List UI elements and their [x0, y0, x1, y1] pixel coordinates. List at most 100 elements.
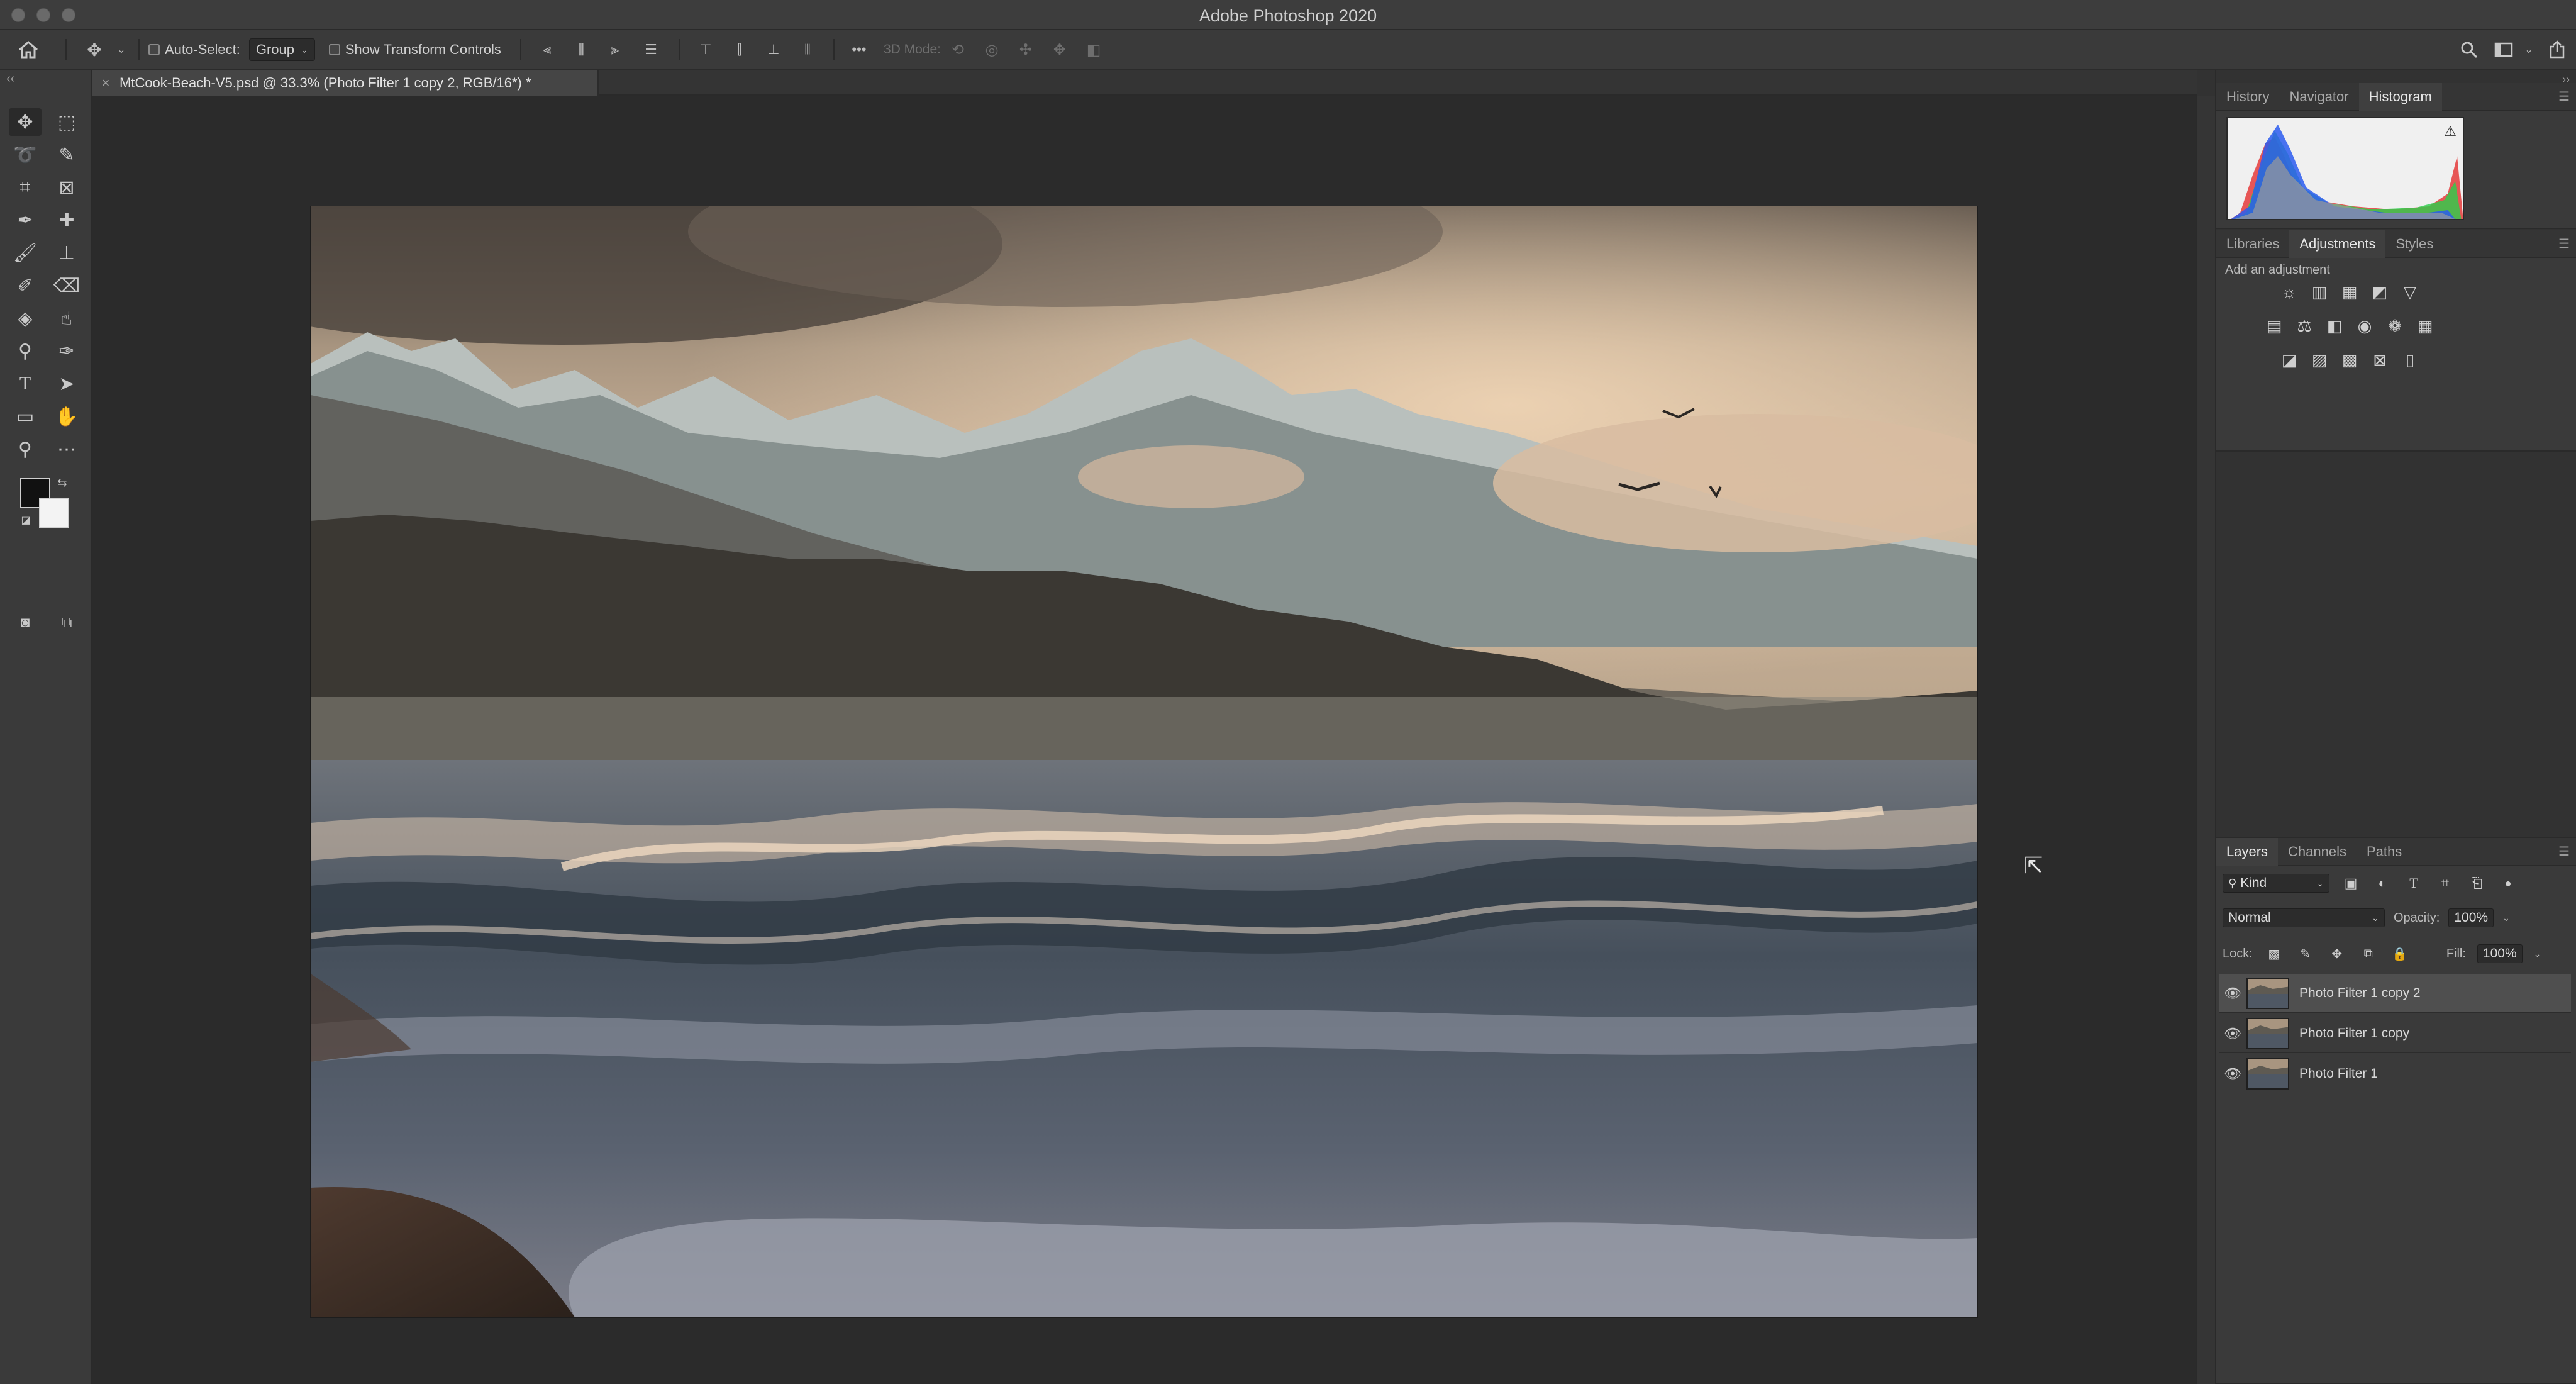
quick-select-tool-icon[interactable]: ✎ — [50, 141, 83, 169]
move-tool-preset-icon[interactable]: ✥ — [75, 40, 113, 60]
3d-camera-icon[interactable]: ◧ — [1077, 41, 1111, 59]
default-colors-icon[interactable]: ◪ — [16, 511, 35, 530]
workspace-icon[interactable] — [2488, 42, 2519, 57]
layer-name[interactable]: Photo Filter 1 — [2299, 1066, 2378, 1081]
collapse-toolbar-icon[interactable]: ‹‹ — [6, 72, 14, 86]
opacity-input[interactable]: 100% — [2448, 908, 2494, 927]
document-tab[interactable]: × MtCook-Beach-V5.psd @ 33.3% (Photo Fil… — [92, 70, 599, 96]
smudge-tool-icon[interactable]: ☝ — [50, 304, 83, 332]
panel-menu-icon[interactable]: ☰ — [2558, 236, 2570, 252]
photo-filter-icon[interactable]: ◉ — [2355, 316, 2375, 336]
tab-layers[interactable]: Layers — [2216, 837, 2279, 866]
3d-pan-icon[interactable]: ✣ — [1009, 41, 1043, 59]
chevron-down-icon[interactable]: ⌄ — [2502, 913, 2510, 924]
layer-row[interactable]: 👁 Photo Filter 1 — [2219, 1054, 2571, 1093]
canvas-area[interactable] — [92, 96, 2196, 1384]
posterize-icon[interactable]: ▨ — [2309, 350, 2329, 370]
3d-roll-icon[interactable]: ◎ — [975, 41, 1009, 59]
hue-saturation-icon[interactable]: ▤ — [2264, 316, 2284, 336]
move-tool-icon[interactable]: ✥ — [9, 108, 42, 136]
exposure-icon[interactable]: ◩ — [2370, 282, 2390, 302]
type-tool-icon[interactable]: T — [9, 370, 42, 398]
align-middle-icon[interactable]: ⫿ — [723, 42, 757, 58]
vibrance-icon[interactable]: ▽ — [2400, 282, 2420, 302]
tab-adjustments[interactable]: Adjustments — [2289, 230, 2386, 258]
panel-menu-icon[interactable]: ☰ — [2558, 844, 2570, 859]
tab-navigator[interactable]: Navigator — [2279, 83, 2358, 111]
distribute-horizontal-icon[interactable]: ☰ — [632, 42, 670, 58]
lasso-tool-icon[interactable]: ➰ — [9, 141, 42, 169]
crop-tool-icon[interactable]: ⌗ — [9, 174, 42, 201]
filter-shape-icon[interactable]: ⌗ — [2435, 873, 2455, 893]
tab-libraries[interactable]: Libraries — [2216, 230, 2289, 258]
auto-select-control[interactable]: Auto-Select: — [148, 42, 240, 58]
home-icon[interactable] — [0, 40, 57, 59]
layer-kind-filter[interactable]: ⚲ Kind ⌄ — [2223, 874, 2329, 893]
eraser-tool-icon[interactable]: ⌫ — [50, 272, 83, 299]
zoom-tool-icon[interactable]: ⚲ — [9, 435, 42, 463]
history-brush-tool-icon[interactable]: ✐ — [9, 272, 42, 299]
3d-orbit-icon[interactable]: ⟲ — [941, 41, 975, 59]
tab-histogram[interactable]: Histogram — [2358, 82, 2442, 111]
show-transform-checkbox[interactable] — [328, 44, 340, 55]
lock-image-icon[interactable]: ✎ — [2296, 944, 2316, 964]
distribute-vertical-icon[interactable]: ⦀ — [791, 42, 824, 58]
lock-transparent-icon[interactable]: ▩ — [2264, 944, 2284, 964]
dodge-tool-icon[interactable]: ⚲ — [9, 337, 42, 365]
document-image[interactable] — [311, 206, 1977, 1317]
chevron-down-icon[interactable]: ⌄ — [113, 43, 130, 56]
frame-tool-icon[interactable]: ⊠ — [50, 174, 83, 201]
filter-adjustment-icon[interactable]: ◐ — [2372, 873, 2392, 893]
more-options-icon[interactable]: ••• — [843, 42, 875, 58]
search-icon[interactable] — [2450, 41, 2488, 59]
chevron-down-icon[interactable]: ⌄ — [2519, 43, 2538, 56]
marquee-tool-icon[interactable]: ⬚ — [50, 108, 83, 136]
path-selection-tool-icon[interactable]: ➤ — [50, 370, 83, 398]
panel-menu-icon[interactable]: ☰ — [2558, 89, 2570, 104]
auto-select-dropdown[interactable]: Group ⌄ — [248, 38, 315, 61]
visibility-eye-icon[interactable]: 👁 — [2219, 985, 2246, 1002]
layer-name[interactable]: Photo Filter 1 copy — [2299, 1026, 2409, 1041]
selective-color-icon[interactable]: ⊠ — [2370, 350, 2390, 370]
show-transform-control[interactable]: Show Transform Controls — [328, 42, 501, 58]
quick-mask-icon[interactable]: ◙ — [9, 609, 42, 637]
align-bottom-icon[interactable]: ⊥ — [757, 42, 791, 58]
brightness-contrast-icon[interactable]: ☼ — [2279, 282, 2299, 302]
lock-all-icon[interactable]: 🔒 — [2390, 944, 2410, 964]
auto-select-checkbox[interactable] — [148, 44, 160, 55]
rectangle-tool-icon[interactable]: ▭ — [9, 403, 42, 430]
gradient-map-icon[interactable]: ▯ — [2400, 350, 2420, 370]
clone-stamp-tool-icon[interactable]: ⊥ — [50, 239, 83, 267]
color-balance-icon[interactable]: ⚖ — [2294, 316, 2314, 336]
pen-tool-icon[interactable]: ✑ — [50, 337, 83, 365]
brush-tool-icon[interactable]: 🖌 — [9, 239, 42, 267]
tab-styles[interactable]: Styles — [2385, 230, 2443, 258]
close-document-icon[interactable]: × — [92, 75, 119, 91]
screen-mode-icon[interactable]: ⧉ — [50, 609, 83, 637]
tab-history[interactable]: History — [2216, 83, 2279, 111]
threshold-icon[interactable]: ▩ — [2340, 350, 2360, 370]
filter-smart-object-icon[interactable]: ⎗ — [2467, 873, 2487, 893]
background-color-swatch[interactable] — [39, 498, 69, 528]
fill-input[interactable]: 100% — [2477, 944, 2523, 963]
visibility-eye-icon[interactable]: 👁 — [2219, 1025, 2246, 1042]
lock-artboard-icon[interactable]: ⧉ — [2358, 944, 2379, 964]
layer-row[interactable]: 👁 Photo Filter 1 copy 2 — [2219, 974, 2571, 1013]
warning-icon[interactable]: ⚠ — [2444, 123, 2457, 140]
canvas-vertical-scrollbar[interactable] — [2196, 96, 2215, 1384]
share-icon[interactable] — [2538, 40, 2576, 59]
layer-row[interactable]: 👁 Photo Filter 1 copy — [2219, 1014, 2571, 1053]
align-center-icon[interactable]: ⫼ — [564, 42, 598, 58]
paint-bucket-tool-icon[interactable]: ◈ — [9, 304, 42, 332]
hand-tool-icon[interactable]: ✋ — [50, 403, 83, 430]
eyedropper-tool-icon[interactable]: ✒ — [9, 206, 42, 234]
edit-toolbar-icon[interactable]: ⋯ — [50, 435, 83, 463]
curves-icon[interactable]: ▦ — [2340, 282, 2360, 302]
align-left-icon[interactable]: ⫷ — [530, 42, 564, 58]
levels-icon[interactable]: ▥ — [2309, 282, 2329, 302]
visibility-eye-icon[interactable]: 👁 — [2219, 1066, 2246, 1082]
invert-icon[interactable]: ◪ — [2279, 350, 2299, 370]
align-top-icon[interactable]: ⊤ — [689, 42, 723, 58]
blend-mode-dropdown[interactable]: Normal ⌄ — [2223, 908, 2385, 927]
3d-slide-icon[interactable]: ✥ — [1043, 41, 1077, 59]
